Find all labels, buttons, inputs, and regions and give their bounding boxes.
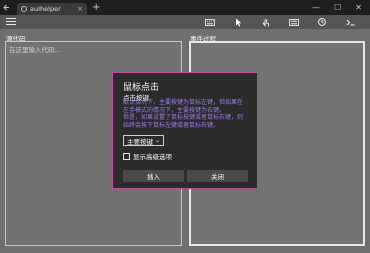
back-arrow-icon (2, 4, 9, 11)
terminal-icon[interactable] (336, 17, 364, 27)
chevron-down-icon: ⌄ (154, 137, 160, 144)
touch-icon[interactable] (252, 17, 280, 27)
source-placeholder: 在这里输入代码... (9, 46, 61, 54)
advanced-options-label: 显示高级选项 (133, 153, 172, 161)
advanced-options-checkbox[interactable] (123, 152, 130, 160)
tab-favicon-icon (21, 6, 27, 12)
back-button[interactable] (0, 2, 12, 13)
close-window-button[interactable]: ✕ (355, 3, 362, 12)
keyboard-icon[interactable] (196, 17, 224, 27)
button-select-value: 主要按键 (127, 137, 153, 146)
tab-close-icon[interactable]: × (77, 5, 83, 13)
mouse-click-dialog: 鼠标点击 点击按键 默认情况下，主要按键为鼠标左键，但如果在 左手模式的情况下，… (112, 72, 258, 189)
browser-titlebar: auIhelper × + — ☐ ✕ (0, 0, 370, 15)
keyboard-shortcut-icon[interactable] (280, 17, 308, 27)
action-toolbar: ··· (196, 17, 370, 27)
pointer-icon[interactable] (224, 17, 252, 27)
dialog-description: 默认情况下，主要按键为鼠标左键，但如果在 左手模式的情况下，主要按键为右键。 但… (123, 99, 251, 129)
description-line: 默认情况下，主要按键为鼠标左键，但如果在 (123, 99, 244, 106)
button-select[interactable]: 主要按键 ⌄ (123, 135, 164, 146)
close-button[interactable]: 关闭 (187, 170, 248, 182)
maximize-button[interactable]: ☐ (334, 3, 341, 12)
description-line: 始终会按下鼠标左键或者鼠标右键。 (123, 121, 220, 129)
hamburger-menu-icon[interactable] (6, 18, 16, 26)
description-line: 左手模式的情况下，主要按键为右键。 (123, 106, 226, 114)
window-controls: — ☐ ✕ (312, 3, 370, 12)
insert-button[interactable]: 插入 (123, 170, 184, 182)
minimize-button[interactable]: — (312, 3, 320, 12)
browser-tab[interactable]: auIhelper × (17, 3, 87, 15)
tab-title: auIhelper (30, 5, 61, 13)
more-icon[interactable]: ··· (364, 17, 370, 27)
description-line: 但是，如果设置了鼠标按键或者鼠标右键，则 (123, 114, 244, 121)
app-toolbar: ··· (0, 15, 370, 29)
new-tab-button[interactable]: + (92, 2, 100, 13)
clock-icon[interactable] (308, 17, 336, 27)
advanced-options-row[interactable]: 显示高级选项 (123, 151, 172, 161)
